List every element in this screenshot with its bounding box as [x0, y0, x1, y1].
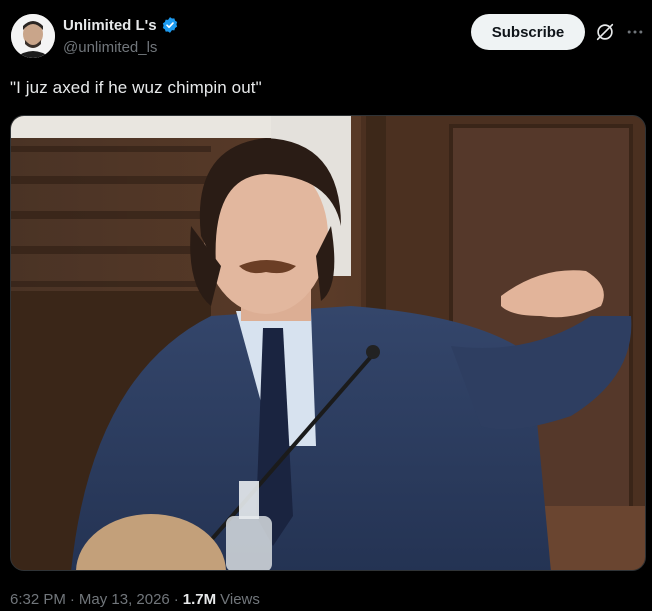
avatar[interactable] — [11, 14, 55, 58]
tweet-header: Unlimited L's @unlimited_ls Subscribe — [0, 0, 652, 70]
grok-icon[interactable] — [594, 21, 616, 43]
subscribe-button[interactable]: Subscribe — [471, 14, 585, 50]
author-name-row[interactable]: Unlimited L's — [63, 16, 179, 34]
author-handle[interactable]: @unlimited_ls — [63, 39, 157, 56]
more-icon[interactable] — [625, 22, 645, 42]
verified-badge-icon — [162, 17, 177, 33]
tweet-text: "I juz axed if he wuz chimpin out" — [10, 78, 262, 97]
tweet-media-photo[interactable] — [10, 115, 646, 571]
courtroom-photo — [11, 116, 645, 570]
tweet-time[interactable]: 6:32 PM — [10, 591, 66, 608]
tweet-date[interactable]: May 13, 2026 — [79, 591, 170, 608]
views-count[interactable]: 1.7M — [183, 591, 216, 608]
author-display-name[interactable]: Unlimited L's — [63, 17, 157, 34]
views-label: Views — [220, 591, 260, 608]
meta-separator: · — [173, 591, 179, 608]
tweet-meta: 6:32 PM · May 13, 2026 · 1.7M Views — [10, 591, 260, 608]
meta-separator: · — [69, 591, 75, 608]
avatar-image — [11, 14, 55, 58]
